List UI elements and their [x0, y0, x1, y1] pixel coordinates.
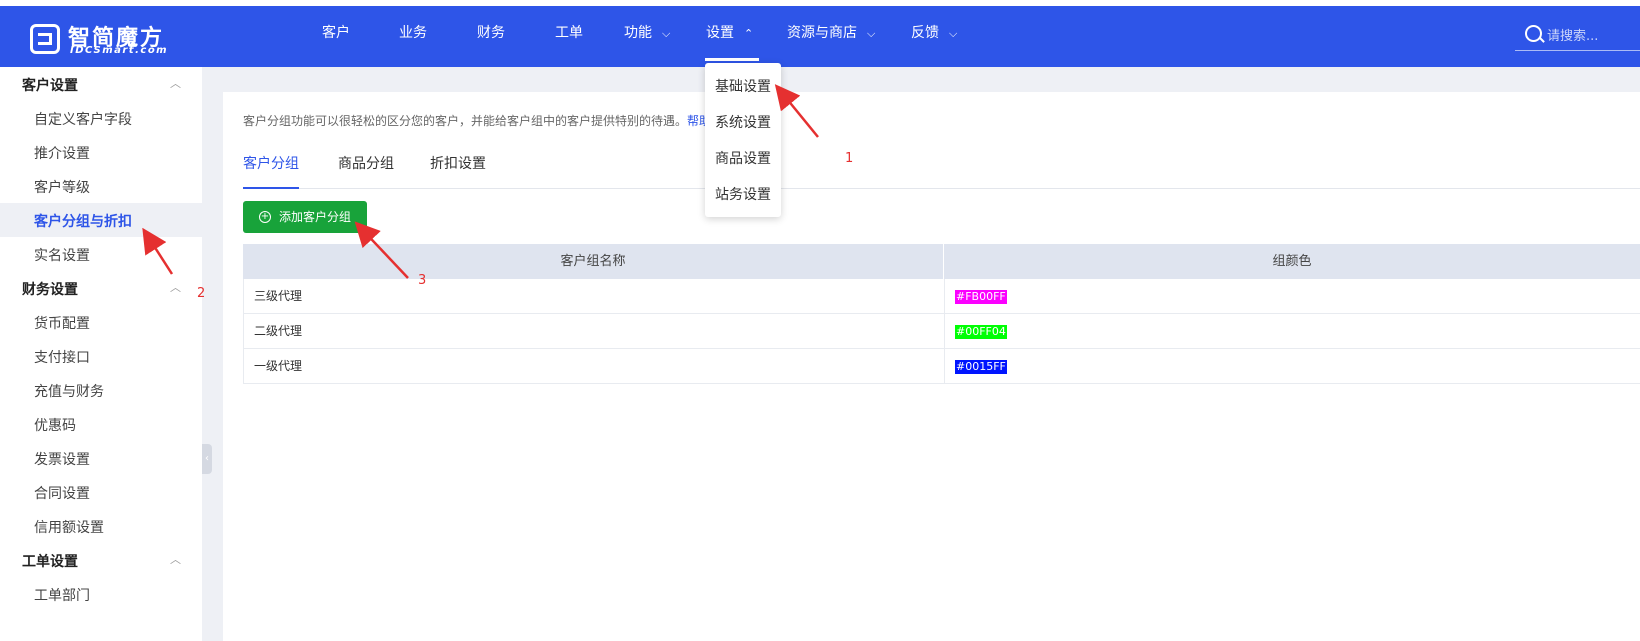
- search-icon[interactable]: [1525, 25, 1542, 42]
- sidebar-item-currency[interactable]: 货币配置: [0, 305, 202, 339]
- menu-item-system-settings[interactable]: 系统设置: [715, 112, 771, 132]
- sidebar-item-payment-gateway[interactable]: 支付接口: [0, 339, 202, 373]
- chevron-up-icon: ︿: [170, 553, 181, 566]
- sidebar-group-ticket[interactable]: 工单设置 ︿: [0, 543, 202, 577]
- nav-resources-store[interactable]: 资源与商店 ⌵: [787, 6, 875, 67]
- menu-item-site-settings[interactable]: 站务设置: [715, 184, 771, 204]
- nav-ticket[interactable]: 工单: [555, 6, 583, 67]
- annotation-label-1: 1: [845, 151, 854, 166]
- sidebar-item-contract[interactable]: 合同设置: [0, 475, 202, 509]
- chevron-up-icon: ︿: [170, 77, 181, 90]
- customer-group-table: 客户组名称 组颜色 三级代理 #FB00FF 二级代理 #00FF04 一级代理…: [243, 244, 1640, 384]
- annotation-label-2: 2: [197, 286, 206, 301]
- sidebar-item-credit[interactable]: 信用额设置: [0, 509, 202, 543]
- sidebar-item-ticket-department[interactable]: 工单部门: [0, 577, 202, 611]
- nav-active-indicator: [705, 58, 759, 61]
- column-header-group-color: 组颜色: [1272, 254, 1312, 269]
- logo-mark-icon: [30, 24, 60, 54]
- logo-subtext: IDCSmart.com: [70, 45, 169, 56]
- sidebar-item-customer-groups-discounts[interactable]: 客户分组与折扣: [0, 203, 202, 237]
- sidebar-item-invoice[interactable]: 发票设置: [0, 441, 202, 475]
- table-row[interactable]: 三级代理 #FB00FF: [243, 279, 1640, 314]
- nav-finance[interactable]: 财务: [477, 6, 505, 67]
- top-header: 智简魔方 IDCSmart.com 客户 业务 财务 工单 功能 ⌵ 设置 ⌃ 资源…: [0, 6, 1640, 67]
- main-panel: 客户分组功能可以很轻松的区分您的客户，并能给客户组中的客户提供特别的待遇。帮助 …: [223, 92, 1640, 641]
- color-swatch: #FB00FF: [955, 289, 1007, 304]
- group-color-cell: #0015FF: [944, 349, 1640, 383]
- logo[interactable]: 智简魔方 IDCSmart.com: [30, 20, 180, 58]
- table-header: 客户组名称 组颜色: [243, 244, 1640, 279]
- sidebar-item-coupons[interactable]: 优惠码: [0, 407, 202, 441]
- nav-functions[interactable]: 功能 ⌵: [624, 6, 670, 67]
- chevron-down-icon: ⌵: [867, 27, 876, 40]
- sidebar-item-customer-level[interactable]: 客户等级: [0, 169, 202, 203]
- chevron-down-icon: ⌵: [662, 27, 671, 40]
- page-description: 客户分组功能可以很轻松的区分您的客户，并能给客户组中的客户提供特别的待遇。帮助: [243, 114, 712, 128]
- column-header-group-name: 客户组名称: [243, 244, 944, 279]
- sidebar-item-referral[interactable]: 推介设置: [0, 135, 202, 169]
- tab-customer-groups[interactable]: 客户分组: [243, 152, 299, 189]
- tab-discount-settings[interactable]: 折扣设置: [430, 152, 486, 187]
- sidebar: 客户设置 ︿ 自定义客户字段 推介设置 客户等级 客户分组与折扣 实名设置 财务…: [0, 67, 202, 641]
- tab-bar: 客户分组 商品分组 折扣设置: [243, 152, 1640, 189]
- color-swatch: #0015FF: [955, 359, 1007, 374]
- search-input[interactable]: [1545, 24, 1639, 48]
- tab-product-groups[interactable]: 商品分组: [338, 152, 394, 187]
- add-customer-group-button[interactable]: + 添加客户分组: [243, 201, 367, 233]
- table-row[interactable]: 一级代理 #0015FF: [243, 349, 1640, 384]
- settings-dropdown-menu: 基础设置 系统设置 商品设置 站务设置: [705, 63, 781, 217]
- color-swatch: #00FF04: [955, 324, 1007, 339]
- plus-circle-icon: +: [259, 211, 271, 223]
- nav-feedback[interactable]: 反馈 ⌵: [911, 6, 957, 67]
- chevron-up-icon: ⌃: [744, 27, 754, 40]
- group-color-cell: #00FF04: [944, 314, 1640, 348]
- sidebar-item-real-name[interactable]: 实名设置: [0, 237, 202, 271]
- sidebar-group-finance[interactable]: 财务设置 ︿: [0, 271, 202, 305]
- sidebar-item-custom-fields[interactable]: 自定义客户字段: [0, 101, 202, 135]
- menu-item-basic-settings[interactable]: 基础设置: [715, 76, 771, 96]
- chevron-up-icon: ︿: [170, 281, 181, 294]
- group-color-cell: #FB00FF: [944, 279, 1640, 313]
- group-name-cell: 一级代理: [254, 359, 303, 373]
- chevron-down-icon: ⌵: [949, 27, 958, 40]
- menu-item-product-settings[interactable]: 商品设置: [715, 148, 771, 168]
- sidebar-group-customer[interactable]: 客户设置 ︿: [0, 67, 202, 101]
- nav-customer[interactable]: 客户: [322, 6, 350, 67]
- annotation-label-3: 3: [418, 273, 427, 288]
- group-name-cell: 二级代理: [254, 324, 303, 338]
- group-name-cell: 三级代理: [254, 289, 303, 303]
- search-box: [1515, 20, 1640, 51]
- sidebar-collapse-handle[interactable]: ‹: [202, 444, 212, 474]
- nav-business[interactable]: 业务: [399, 6, 427, 67]
- sidebar-item-recharge-finance[interactable]: 充值与财务: [0, 373, 202, 407]
- table-row[interactable]: 二级代理 #00FF04: [243, 314, 1640, 349]
